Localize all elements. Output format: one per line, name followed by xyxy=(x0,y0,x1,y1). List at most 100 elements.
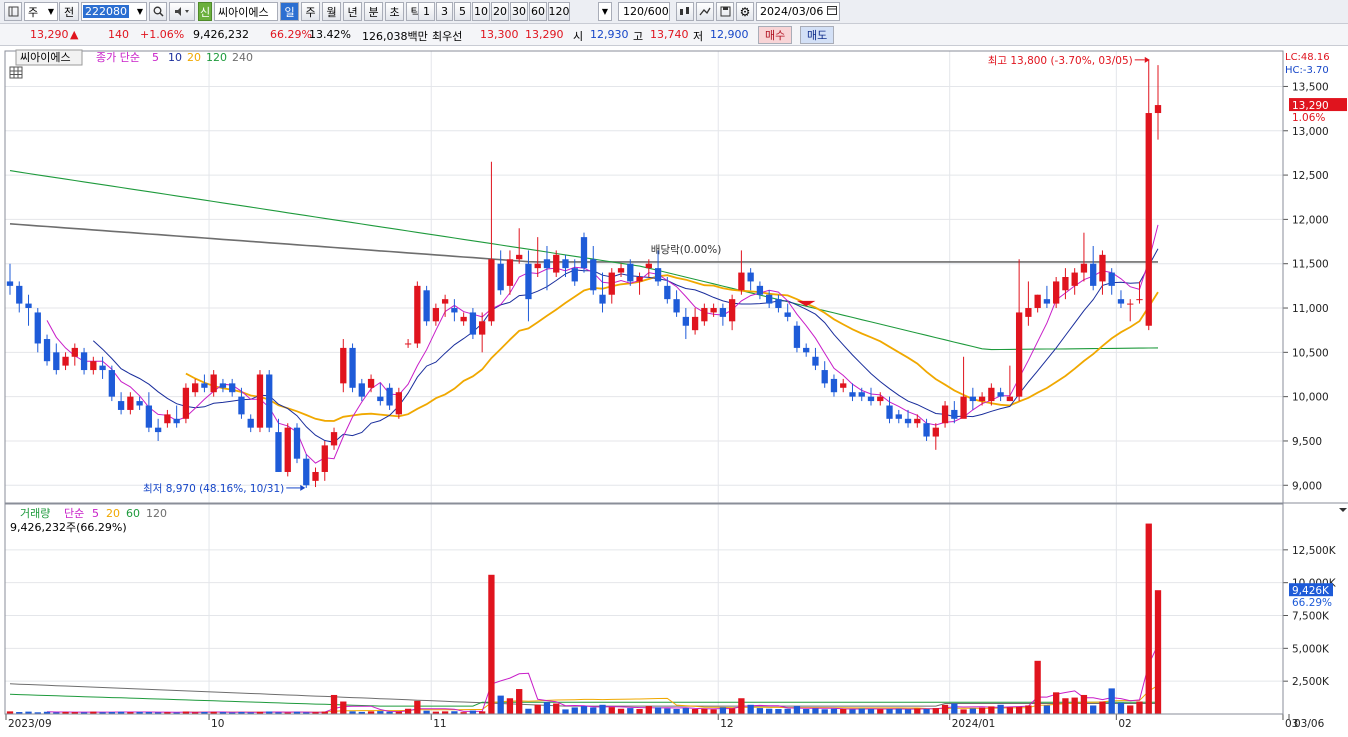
interval-button-5[interactable]: 30 xyxy=(510,2,528,21)
candle-body xyxy=(469,312,477,335)
candle-body xyxy=(664,285,671,300)
candle-body xyxy=(682,316,689,326)
candle-body xyxy=(997,392,1004,397)
volume-bar xyxy=(1117,702,1125,714)
candle-body xyxy=(256,374,264,428)
bars-icon[interactable] xyxy=(676,2,694,21)
interval-button-2[interactable]: 5 xyxy=(454,2,471,21)
candle-body xyxy=(395,392,402,415)
code-input[interactable]: 222080 ▼ xyxy=(81,2,147,21)
period-select[interactable]: 주 ▼ xyxy=(24,2,58,21)
period-select-value: 주 xyxy=(28,5,39,19)
candle-body xyxy=(673,299,680,313)
candle-body xyxy=(525,263,532,300)
candle-body xyxy=(543,259,551,269)
quote-bar: 13,290 ▲ 140 +1.06% 9,426,232 66.29% 13.… xyxy=(0,24,1348,46)
volume-bar xyxy=(738,698,745,714)
candle-body xyxy=(321,445,328,472)
period-tab-1[interactable]: 주 xyxy=(301,2,320,21)
search-icon[interactable] xyxy=(149,2,167,21)
candle-body xyxy=(330,432,338,446)
save-icon[interactable] xyxy=(716,2,734,21)
gear-icon[interactable]: ⚙ xyxy=(736,2,754,21)
date-picker[interactable]: 2024/03/06 xyxy=(756,2,840,21)
count-field[interactable]: 120/600 xyxy=(618,2,670,21)
candle-body xyxy=(1043,299,1051,304)
chevron-down-icon: ▼ xyxy=(136,7,143,16)
volume-bar xyxy=(1099,701,1106,714)
volume-bar xyxy=(590,707,597,714)
candle-body xyxy=(1117,299,1125,304)
chart-area[interactable]: 13,500 13,000 12,500 12,000 11,500 11,000 10,5… xyxy=(0,47,1348,734)
interval-dropdown[interactable]: ▼ xyxy=(598,2,612,21)
candle-body xyxy=(867,396,875,402)
sound-icon[interactable] xyxy=(169,2,195,21)
volume-bar xyxy=(1136,701,1143,714)
volume-bar xyxy=(803,709,810,714)
volume-bar xyxy=(895,708,902,714)
volume-bar xyxy=(1053,692,1060,714)
candle-body xyxy=(423,290,430,322)
period-tab-4[interactable]: 분 xyxy=(364,2,383,21)
volume-bar xyxy=(1025,705,1032,714)
high-price: 13,740 xyxy=(650,28,689,41)
candle-body xyxy=(460,316,467,322)
candle-body xyxy=(238,396,245,415)
candle-body xyxy=(553,254,560,273)
candle-body xyxy=(53,352,60,371)
volume-bar xyxy=(747,704,754,714)
interval-button-7[interactable]: 120 xyxy=(548,2,570,21)
candle-body xyxy=(210,374,217,393)
period-tab-2[interactable]: 월 xyxy=(322,2,341,21)
stock-name[interactable]: 씨아이에스 xyxy=(214,2,278,21)
candle-body xyxy=(1108,272,1115,286)
period-tab-5[interactable]: 초 xyxy=(385,2,404,21)
date-tick-label: 11 xyxy=(433,718,446,730)
market-button[interactable]: 전 xyxy=(59,2,79,21)
volume-bar xyxy=(525,708,532,714)
candle-body xyxy=(284,427,291,472)
buy-button[interactable]: 매수 xyxy=(758,26,793,44)
volume-tick-label: 2,500K xyxy=(1292,676,1330,688)
stock-chart[interactable]: 13,500 13,000 12,500 12,000 11,500 11,000 10,5… xyxy=(0,47,1348,734)
current-volume-pct: 66.29% xyxy=(1292,597,1332,609)
volume-bar xyxy=(562,709,569,714)
period-tab-3[interactable]: 년 xyxy=(343,2,362,21)
credit-badge: 신 xyxy=(198,2,212,21)
current-price-tag-label: 13,290 xyxy=(1292,100,1329,112)
volume-bar xyxy=(849,709,856,714)
interval-button-1[interactable]: 3 xyxy=(436,2,453,21)
trade-amount: 126,038백만 xyxy=(362,30,428,43)
candle-body xyxy=(99,365,106,371)
candle-body xyxy=(784,312,791,317)
candle-body xyxy=(877,396,884,402)
interval-button-3[interactable]: 10 xyxy=(472,2,490,21)
volume-bar xyxy=(1062,698,1069,714)
volume-bar xyxy=(1015,706,1023,714)
price-tick-label: 13,500 xyxy=(1292,81,1329,93)
candle-body xyxy=(691,316,699,331)
table-icon[interactable] xyxy=(9,66,23,79)
candle-body xyxy=(1145,113,1152,326)
candle-body xyxy=(90,361,97,371)
sell-button[interactable]: 매도 xyxy=(800,26,835,44)
volume-bar xyxy=(932,708,939,714)
draw-tool-icon[interactable] xyxy=(696,2,714,21)
candle-body xyxy=(719,308,727,317)
candle-body xyxy=(617,268,625,273)
volume-bar xyxy=(701,708,708,714)
candle-body xyxy=(941,405,949,424)
ma20-period: 20 xyxy=(187,51,201,64)
ma10-period: 10 xyxy=(168,51,182,64)
volume-bar xyxy=(599,704,606,714)
interval-button-4[interactable]: 20 xyxy=(491,2,509,21)
candle-body xyxy=(821,370,828,384)
candle-body xyxy=(932,427,939,437)
layout-icon[interactable] xyxy=(4,2,22,21)
volume-bar xyxy=(404,708,412,714)
vol-ma5-period: 5 xyxy=(92,507,99,520)
candle-body xyxy=(608,272,615,295)
interval-button-6[interactable]: 60 xyxy=(529,2,547,21)
interval-button-0[interactable]: 1 xyxy=(418,2,435,21)
period-tab-0[interactable]: 일 xyxy=(280,2,299,21)
